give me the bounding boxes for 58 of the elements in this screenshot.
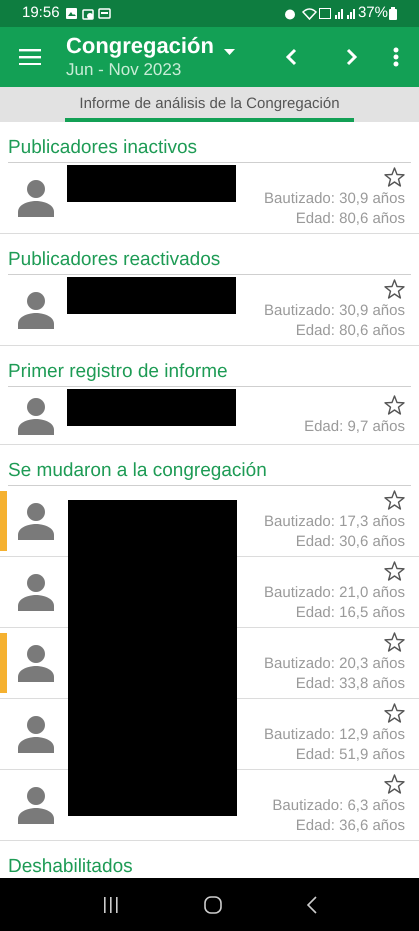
detail-text: Edad: 51,9 años — [296, 745, 405, 765]
menu-icon — [19, 49, 41, 65]
person-icon — [17, 502, 55, 540]
section-heading: Publicadores inactivos — [8, 137, 411, 163]
person-row[interactable]: Bautizado: 30,9 años Edad: 80,6 años — [0, 275, 419, 346]
wifi-icon — [302, 7, 317, 20]
person-icon — [17, 715, 55, 753]
person-icon — [17, 179, 55, 217]
detail-text: Bautizado: 17,3 años — [264, 512, 405, 532]
status-time: 19:56 — [22, 3, 60, 24]
section-heading: Se mudaron a la congregación — [8, 460, 411, 486]
star-outline-icon[interactable] — [384, 774, 405, 794]
title-dropdown[interactable]: Congregación Jun - Nov 2023 — [66, 33, 235, 81]
person-icon — [17, 396, 55, 434]
battery-icon — [389, 7, 397, 20]
detail-text: Edad: 33,8 años — [296, 674, 405, 694]
back-icon[interactable] — [306, 896, 316, 914]
window-icon — [98, 8, 111, 19]
alarm-icon — [284, 8, 296, 20]
bag-clock-icon — [82, 8, 94, 20]
signal-icon — [334, 8, 343, 19]
star-outline-icon[interactable] — [384, 703, 405, 723]
star-outline-icon[interactable] — [384, 167, 405, 187]
star-outline-icon[interactable] — [384, 632, 405, 652]
more-icon — [393, 47, 399, 67]
chevron-right-icon — [346, 48, 356, 66]
detail-text: Edad: 36,6 años — [296, 816, 405, 836]
chevron-left-icon — [286, 48, 296, 66]
detail-text: Edad: 80,6 años — [296, 321, 405, 341]
detail-text: Bautizado: 12,9 años — [264, 725, 405, 745]
volte-icon — [318, 8, 331, 19]
star-outline-icon[interactable] — [384, 490, 405, 510]
detail-text: Edad: 16,5 años — [296, 603, 405, 623]
image-icon — [66, 8, 78, 20]
person-row[interactable]: Bautizado: 30,9 años Edad: 80,6 años — [0, 163, 419, 234]
home-icon[interactable] — [204, 896, 222, 914]
section-heading: Primer registro de informe — [8, 361, 411, 387]
detail-text: Edad: 80,6 años — [296, 209, 405, 229]
detail-text: Bautizado: 6,3 años — [272, 796, 405, 816]
detail-text: Bautizado: 21,0 años — [264, 583, 405, 603]
detail-text: Bautizado: 30,9 años — [264, 189, 405, 209]
star-outline-icon[interactable] — [384, 394, 405, 414]
detail-text: Edad: 30,6 años — [296, 532, 405, 552]
recents-icon[interactable] — [102, 896, 118, 912]
caret-icon — [224, 49, 235, 55]
detail-text: Bautizado: 20,3 años — [264, 654, 405, 674]
detail-text: Bautizado: 30,9 años — [264, 301, 405, 321]
person-icon — [17, 786, 55, 824]
star-outline-icon[interactable] — [384, 279, 405, 299]
detail-text: Edad: 9,7 años — [304, 416, 405, 436]
section-heading: Publicadores reactivados — [8, 249, 411, 275]
person-icon — [17, 291, 55, 329]
signal-icon — [346, 8, 355, 19]
star-outline-icon[interactable] — [384, 561, 405, 581]
person-icon — [17, 573, 55, 611]
person-row[interactable]: Edad: 9,7 años — [0, 387, 419, 445]
battery-level: 37% — [358, 3, 388, 24]
person-icon — [17, 644, 55, 682]
